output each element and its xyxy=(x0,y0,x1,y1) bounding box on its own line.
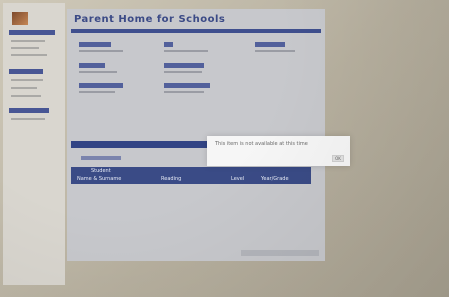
sidebar-section-header[interactable] xyxy=(9,69,43,74)
sidebar-section-header[interactable] xyxy=(9,108,49,113)
ok-button[interactable]: OK xyxy=(332,155,344,162)
sidebar-item[interactable] xyxy=(11,118,45,120)
app-logo-icon xyxy=(12,12,28,25)
table-header: Student Name & Surname Reading Level Yea… xyxy=(71,167,311,184)
sidebar-item[interactable] xyxy=(11,95,41,97)
menu-link[interactable] xyxy=(79,42,111,47)
column-header[interactable]: Year/Grade xyxy=(261,176,289,182)
sidebar-item[interactable] xyxy=(11,54,47,56)
column-header[interactable]: Name & Surname xyxy=(77,176,121,182)
column-header[interactable]: Level xyxy=(231,176,244,182)
menu-link[interactable] xyxy=(79,63,105,68)
link-description xyxy=(255,50,295,52)
panel-link[interactable] xyxy=(81,156,121,160)
page-title: Parent Home for Schools xyxy=(74,14,226,25)
sidebar-section-header[interactable] xyxy=(9,30,55,35)
sidebar-item[interactable] xyxy=(11,79,43,81)
table-header-label: Student xyxy=(91,168,111,174)
sidebar-item[interactable] xyxy=(11,40,45,42)
link-description xyxy=(79,50,123,52)
link-description xyxy=(79,91,115,93)
menu-link[interactable] xyxy=(164,42,173,47)
alert-dialog: This item is not available at this time … xyxy=(207,136,350,166)
dialog-message: This item is not available at this time xyxy=(215,141,308,147)
sidebar-item[interactable] xyxy=(11,87,37,89)
link-description xyxy=(79,71,117,73)
menu-link[interactable] xyxy=(164,63,204,68)
sidebar xyxy=(3,3,65,285)
column-header[interactable]: Reading xyxy=(161,176,181,182)
menu-link[interactable] xyxy=(79,83,123,88)
link-description xyxy=(164,50,208,52)
status-bar xyxy=(241,250,319,256)
sidebar-item[interactable] xyxy=(11,47,39,49)
link-description xyxy=(164,71,202,73)
menu-link[interactable] xyxy=(164,83,210,88)
link-description xyxy=(164,91,204,93)
menu-link[interactable] xyxy=(255,42,285,47)
header-bar xyxy=(71,29,321,33)
main-window: Parent Home for Schools Student Name & S… xyxy=(67,9,325,261)
